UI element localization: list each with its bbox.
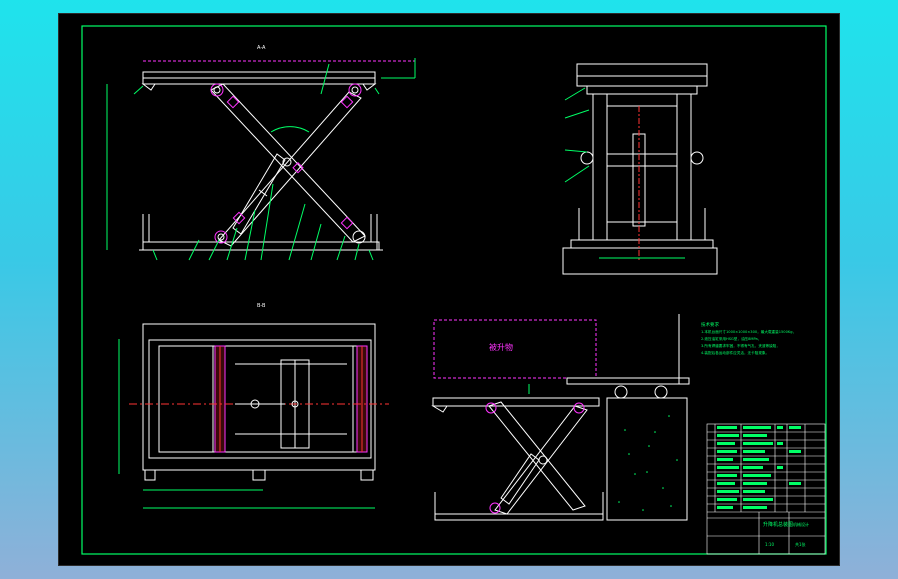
front-view: A-A xyxy=(106,45,416,261)
outer-frame xyxy=(81,25,827,555)
parts-list-marks xyxy=(717,426,801,509)
cad-drawing: A-A B-B 被升物 技术要求 1.本机台面尺寸1000×1000×300，最… xyxy=(81,25,827,555)
drawing-sheet: A-A B-B 被升物 技术要求 1.本机台面尺寸1000×1000×300，最… xyxy=(59,14,839,565)
plan-view: B-B xyxy=(118,303,389,509)
base-frame xyxy=(142,241,380,251)
title-block-scale: 1:10 xyxy=(765,542,774,547)
tech-notes-line-4: 4.装配后各运动部件应灵活，无卡阻现象。 xyxy=(701,350,769,355)
side-view xyxy=(562,63,718,275)
pit-dots xyxy=(618,415,678,511)
plan-view-label: B-B xyxy=(257,303,266,309)
side-base xyxy=(562,247,718,275)
front-view-label: A-A xyxy=(257,45,266,51)
title-block-drawing-name: 升降机总装图 xyxy=(763,521,793,528)
side-platform xyxy=(576,63,708,87)
title-block-sheet: 共1张 xyxy=(795,541,806,547)
plan-inner-frame xyxy=(212,345,354,453)
tech-notes-line-1: 1.本机台面尺寸1000×1000×300，最大载重量1500Kg， xyxy=(701,329,796,334)
tech-notes-title: 技术要求 xyxy=(701,321,719,328)
load-box xyxy=(433,319,597,379)
tech-notes-line-3: 3.所有焊缝要求牢固，不得有气孔、夹渣等缺陷， xyxy=(701,343,780,348)
cart-deck xyxy=(566,377,690,385)
tech-notes: 技术要求 1.本机台面尺寸1000×1000×300，最大载重量1500Kg， … xyxy=(701,321,796,355)
operation-view: 被升物 xyxy=(431,314,690,521)
op-arm-b xyxy=(494,405,588,515)
load-box-label: 被升物 xyxy=(489,342,513,352)
title-block-company: 机械设计 xyxy=(793,521,809,527)
tech-notes-line-2: 2.液压油缸采用HSG型，油压8MPa， xyxy=(701,336,761,341)
